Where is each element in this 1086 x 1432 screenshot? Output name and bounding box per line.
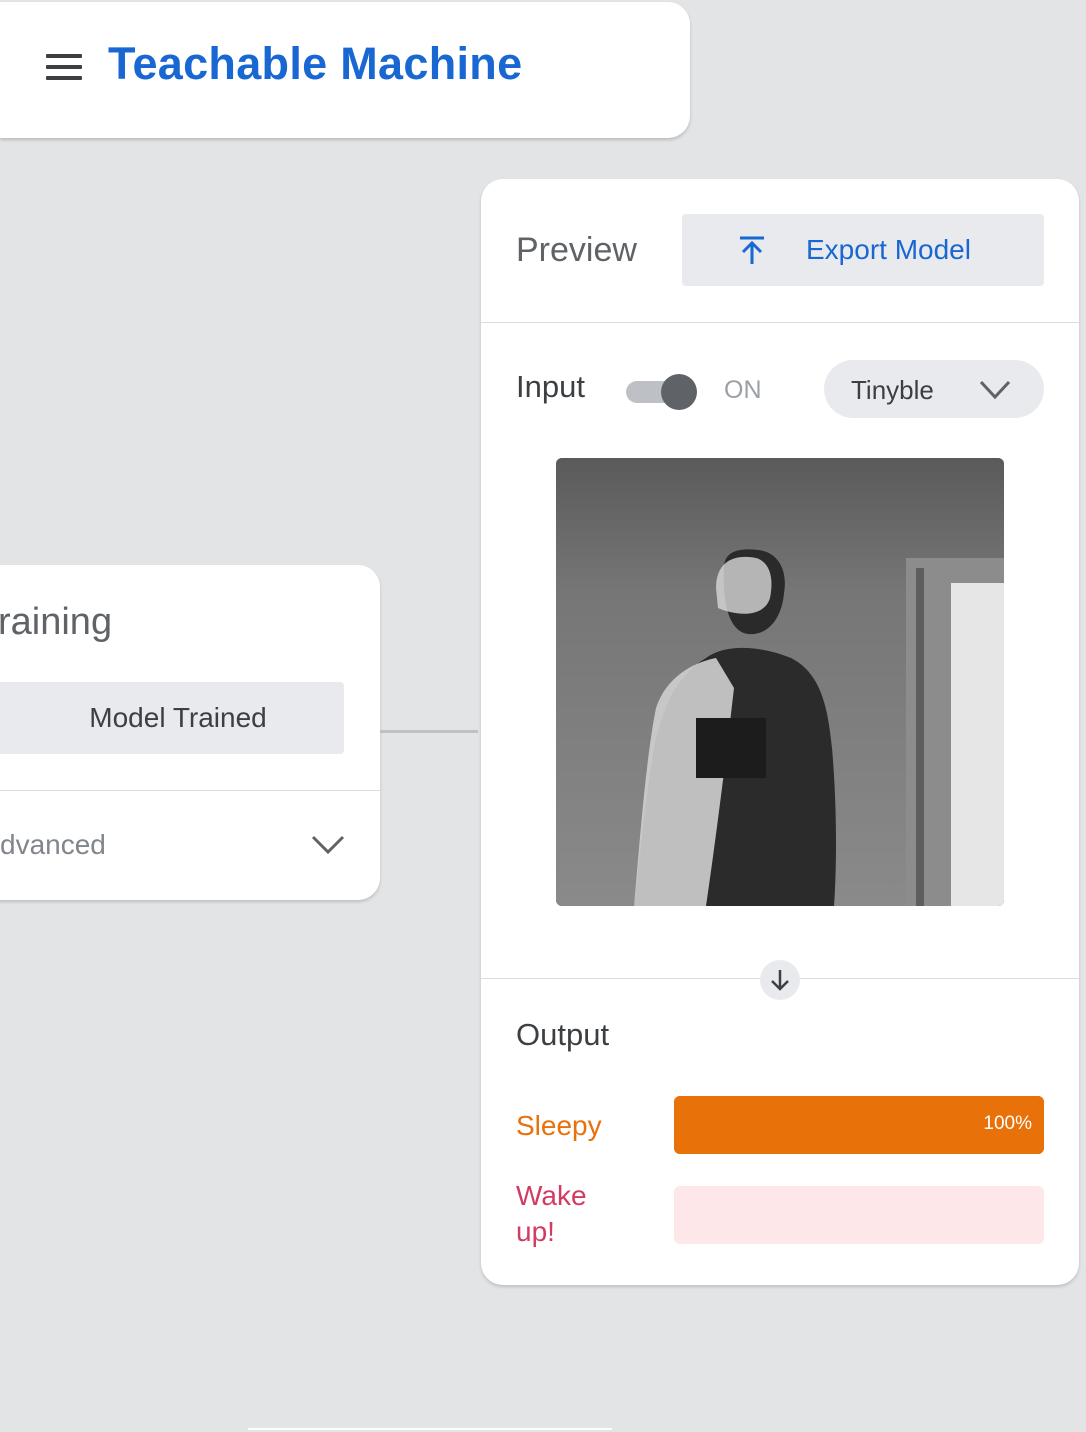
input-toggle[interactable] (626, 373, 698, 410)
advanced-label: dvanced (0, 829, 106, 860)
export-model-label: Export Model (806, 234, 971, 265)
export-model-button[interactable]: Export Model (682, 214, 1044, 286)
class-label-wake-up: Wake up! (516, 1180, 587, 1247)
device-select-value: Tinyble (851, 375, 934, 405)
webcam-feed (556, 458, 1004, 906)
confidence-bar-sleepy: 100% (674, 1096, 1044, 1154)
divider (481, 322, 1079, 323)
app-title[interactable]: Teachable Machine (108, 38, 522, 90)
arrow-down-icon (760, 960, 800, 1000)
upload-icon (740, 236, 764, 264)
confidence-bar-wake-up (674, 1186, 1044, 1244)
training-card: raining Model Trained dvanced (0, 565, 380, 900)
train-model-button[interactable]: Model Trained (0, 682, 344, 754)
output-label: Output (516, 1017, 610, 1052)
preview-card: Preview Export Model Input ON Tinyble Ou… (481, 179, 1079, 1285)
bottom-card-edge (248, 1428, 612, 1430)
page: Teachable Machine raining Model Trained … (0, 0, 1086, 1432)
advanced-toggle[interactable]: dvanced (0, 791, 380, 900)
confidence-value-sleepy: 100% (983, 1113, 1032, 1134)
device-select[interactable]: Tinyble (824, 360, 1044, 418)
hamburger-menu-icon[interactable] (46, 54, 82, 80)
preview-title: Preview (516, 231, 637, 269)
training-title: raining (0, 601, 113, 643)
app-header: Teachable Machine (0, 2, 690, 138)
chevron-down-icon (311, 835, 345, 855)
class-label-sleepy: Sleepy (516, 1110, 602, 1141)
connector-line (380, 730, 478, 733)
input-label: Input (516, 369, 585, 404)
chevron-down-icon (979, 380, 1011, 400)
toggle-state-label: ON (724, 376, 762, 404)
